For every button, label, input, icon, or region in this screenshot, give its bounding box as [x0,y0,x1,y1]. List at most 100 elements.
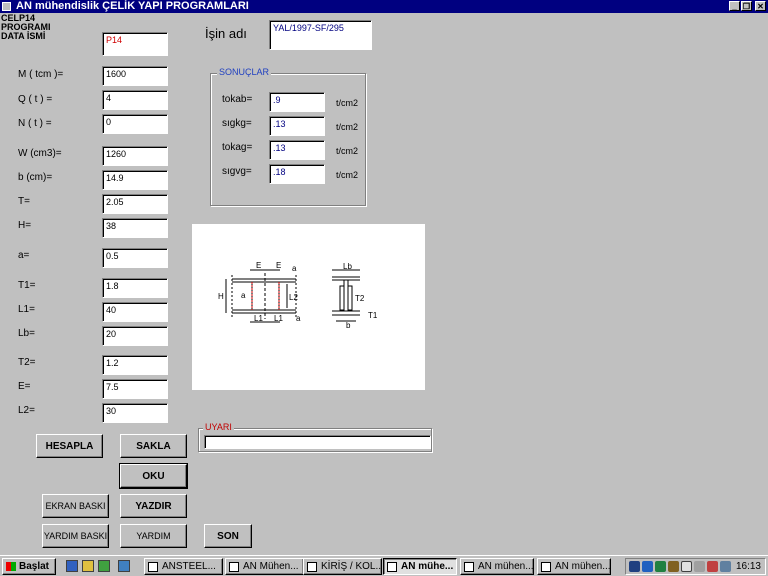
task-label-5: AN mühen... [478,561,534,572]
app-icon[interactable] [2,2,11,11]
tray-icon-7[interactable] [707,561,718,572]
tray-icon-4[interactable] [668,561,679,572]
task-button-5[interactable]: AN mühen... [460,558,534,575]
task-label-1: ANSTEEL... [162,561,216,572]
start-label: Başlat [19,561,50,572]
section-plate-right [347,285,353,311]
input-field-t[interactable]: 2.05 [102,194,168,214]
close-button[interactable]: ✕ [755,1,766,11]
section-plate-left [339,285,345,311]
task-button-2[interactable]: AN Mühen... [225,558,304,575]
tray-icon-6[interactable] [694,561,705,572]
sakla-button[interactable]: SAKLA [120,434,187,458]
yardim-button[interactable]: YARDIM [120,524,187,548]
input-label-m: M ( tcm )= [18,69,64,80]
tray-icon-8[interactable] [720,561,731,572]
input-field-t2[interactable]: 1.2 [102,355,168,375]
input-label-n: N ( t ) = [18,118,52,129]
diagram-label-l2: L2 [289,293,298,302]
maximize-button[interactable]: ❐ [741,1,752,11]
diagram-label-a-left: a [241,291,246,300]
window-title: AN mühendislik ÇELİK YAPI PROGRAMLARI [16,0,249,12]
son-button[interactable]: SON [204,524,252,548]
results-title: SONUÇLAR [217,67,272,77]
result-label-sigvg: sıgvg= [222,166,252,177]
task-button-1[interactable]: ANSTEEL... [144,558,223,575]
result-field-sigkg[interactable]: .13 [269,116,325,136]
result-unit-tokab: t/cm2 [336,98,359,108]
ie-icon[interactable] [66,560,78,572]
result-label-tokag: tokag= [222,142,253,153]
oku-button[interactable]: OKU [119,463,188,489]
task-button-4[interactable]: AN mühe... [383,558,457,575]
input-field-l1[interactable]: 40 [102,302,168,322]
task-button-3[interactable]: KİRİŞ / KOL... [303,558,382,575]
input-field-m[interactable]: 1600 [102,66,168,86]
input-label-t2: T2= [18,357,36,368]
result-field-tokag[interactable]: .13 [269,140,325,160]
input-field-b[interactable]: 14.9 [102,170,168,190]
clock[interactable]: 16:13 [736,561,761,572]
result-unit-sigvg: t/cm2 [336,170,359,180]
speaker-icon[interactable] [681,561,692,572]
input-field-q[interactable]: 4 [102,90,168,110]
input-field-a[interactable]: 0.5 [102,248,168,268]
input-field-n[interactable]: 0 [102,114,168,134]
input-field-h[interactable]: 38 [102,218,168,238]
diagram-label-a-bot: a [296,314,301,323]
input-field-l2[interactable]: 30 [102,403,168,423]
header-line-3: DATA İSMİ [1,31,46,41]
result-label-tokab: tokab= [222,94,253,105]
word-doc-icon [148,562,158,572]
app-icon [229,562,239,572]
warning-title: UYARI [203,422,234,432]
data-name-field[interactable]: P14 [102,32,168,56]
input-label-w: W (cm3)= [18,148,62,159]
result-unit-tokag: t/cm2 [336,146,359,156]
program-header: CELP14 PROGRAMI DATA İSMİ [1,14,51,41]
tray-icon-1[interactable] [629,561,640,572]
warning-field[interactable] [204,435,431,449]
yardim-baski-button[interactable]: YARDIM BASKI [42,524,109,548]
task-button-6[interactable]: AN mühen... [537,558,611,575]
diagram-label-l1b: L1 [274,314,283,323]
task-label-4: AN mühe... [401,561,454,572]
task-label-2: AN Mühen... [243,561,299,572]
connection-drawing: E E a H a L2 L1 L1 a Lb T2 b T1 [218,261,378,330]
app-window-icon [541,562,551,572]
input-field-w[interactable]: 1260 [102,146,168,166]
input-field-t1[interactable]: 1.8 [102,278,168,298]
input-label-e: E= [18,381,31,392]
title-bar: AN mühendislik ÇELİK YAPI PROGRAMLARI _ … [0,0,768,13]
job-name-field[interactable]: YAL/1997-SF/295 [269,20,372,50]
result-unit-sigkg: t/cm2 [336,122,359,132]
folder-icon [307,562,317,572]
channels-icon[interactable] [118,560,130,572]
input-label-a: a= [18,250,30,261]
diagram-label-t1: T1 [368,311,378,320]
diagram-label-e1: E [256,261,261,270]
yazdir-button[interactable]: YAZDIR [120,494,187,518]
input-label-b: b (cm)= [18,172,53,183]
ekran-baski-button[interactable]: EKRAN BASKI [42,494,109,518]
result-field-sigvg[interactable]: .18 [269,164,325,184]
tray-icon-2[interactable] [642,561,653,572]
input-field-e[interactable]: 7.5 [102,379,168,399]
diagram-label-e2: E [276,261,281,270]
diagram-label-h: H [218,292,224,301]
app-window-icon [464,562,474,572]
globe-icon[interactable] [655,561,666,572]
input-field-lb[interactable]: 20 [102,326,168,346]
hesapla-button[interactable]: HESAPLA [36,434,103,458]
result-field-tokab[interactable]: .9 [269,92,325,112]
diagram-label-a-top: a [292,264,297,273]
windows-flag-icon [6,562,16,571]
diagram-label-b: b [346,321,351,330]
start-button[interactable]: Başlat [2,558,56,575]
desktop-icon[interactable] [98,560,110,572]
task-label-3: KİRİŞ / KOL... [321,561,382,572]
outlook-icon[interactable] [82,560,94,572]
taskbar: Başlat ANSTEEL... AN Mühen... KİRİŞ / KO… [0,555,768,576]
minimize-button[interactable]: _ [729,1,740,11]
connection-diagram: E E a H a L2 L1 L1 a Lb T2 b T1 [192,224,425,390]
